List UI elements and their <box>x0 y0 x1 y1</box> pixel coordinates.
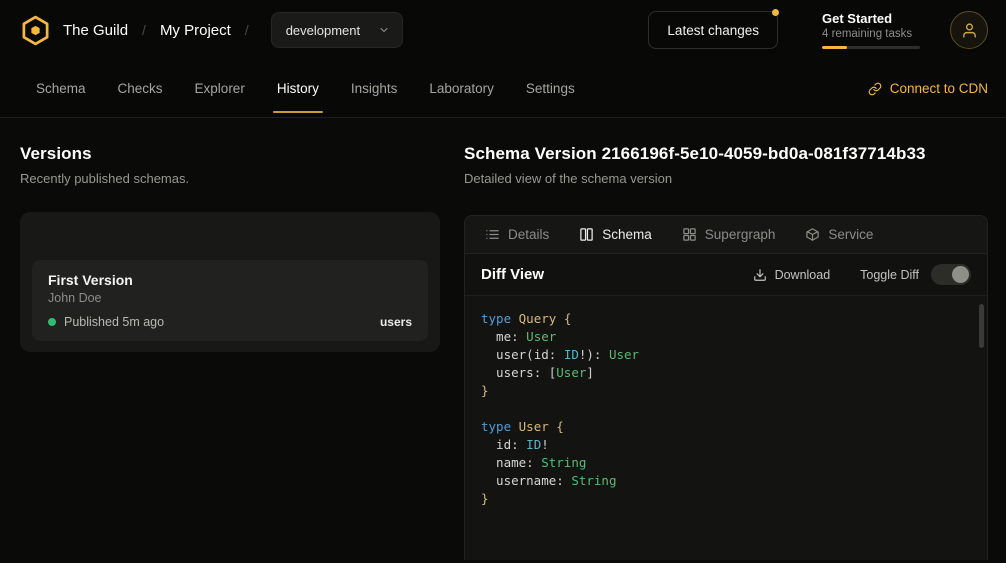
toggle-diff-label: Toggle Diff <box>860 268 919 282</box>
tab-schema[interactable]: Schema <box>567 220 664 249</box>
columns-icon <box>579 227 594 242</box>
version-list-item[interactable]: First Version John Doe Published 5m ago … <box>32 260 428 341</box>
versions-card: First Version John Doe Published 5m ago … <box>20 212 440 352</box>
tab-label: Service <box>828 227 873 242</box>
nav-tab-schema[interactable]: Schema <box>20 60 102 117</box>
versions-column: Versions Recently published schemas. Fir… <box>0 118 464 560</box>
diff-toolbar-actions: Download Toggle Diff <box>747 264 971 285</box>
get-started-progress-track <box>822 46 920 49</box>
download-icon <box>753 268 767 282</box>
nav-tab-laboratory[interactable]: Laboratory <box>413 60 510 117</box>
nav-tab-checks[interactable]: Checks <box>102 60 179 117</box>
get-started-title: Get Started <box>822 11 920 26</box>
chevron-down-icon <box>378 24 390 36</box>
breadcrumb-project[interactable]: My Project <box>160 22 231 39</box>
person-icon <box>961 22 978 39</box>
diff-view-title: Diff View <box>481 266 544 283</box>
nav-tab-label: Laboratory <box>429 81 494 96</box>
toggle-diff-switch[interactable] <box>931 264 971 285</box>
primary-nav-tabs: Schema Checks Explorer History Insights … <box>20 60 591 117</box>
version-detail-title: Schema Version 2166196f-5e10-4059-bd0a-0… <box>464 144 988 164</box>
latest-changes-button[interactable]: Latest changes <box>648 11 778 49</box>
version-author: John Doe <box>48 291 412 305</box>
breadcrumb-separator: / <box>140 22 148 38</box>
version-status: Published 5m ago <box>64 315 164 329</box>
nav-tab-history[interactable]: History <box>261 60 335 117</box>
cube-icon <box>805 227 820 242</box>
top-header: The Guild / My Project / development Lat… <box>0 0 1006 60</box>
code-block: type Query { me: User user(id: ID!): Use… <box>481 310 971 508</box>
schema-code-viewer[interactable]: type Query { me: User user(id: ID!): Use… <box>465 296 987 560</box>
get-started-widget[interactable]: Get Started 4 remaining tasks <box>822 11 920 49</box>
latest-changes-label: Latest changes <box>667 23 759 38</box>
hive-logo-icon <box>20 15 51 46</box>
breadcrumb-org[interactable]: The Guild <box>63 22 128 39</box>
hive-logo[interactable] <box>20 15 51 46</box>
published-status-dot <box>48 318 56 326</box>
connect-to-cdn-link[interactable]: Connect to CDN <box>868 60 988 117</box>
version-status-row: Published 5m ago users <box>48 315 412 329</box>
tab-details[interactable]: Details <box>473 220 561 249</box>
download-label: Download <box>775 268 831 282</box>
header-actions: Latest changes Get Started 4 remaining t… <box>648 11 988 49</box>
breadcrumb-separator: / <box>243 22 251 38</box>
nav-tab-explorer[interactable]: Explorer <box>179 60 261 117</box>
nav-tab-settings[interactable]: Settings <box>510 60 591 117</box>
version-name: First Version <box>48 272 412 288</box>
breadcrumb: The Guild / My Project / development <box>20 12 403 48</box>
get-started-subtitle: 4 remaining tasks <box>822 28 920 40</box>
tab-supergraph[interactable]: Supergraph <box>670 220 788 249</box>
nav-tab-insights[interactable]: Insights <box>335 60 414 117</box>
scrollbar-thumb[interactable] <box>979 304 984 348</box>
environment-select-value: development <box>286 23 360 38</box>
progress-fill <box>822 46 847 49</box>
nav-tab-label: History <box>277 81 319 96</box>
primary-nav: Schema Checks Explorer History Insights … <box>0 60 1006 118</box>
version-detail-panel: Details Schema Supergraph <box>464 215 988 560</box>
tab-service[interactable]: Service <box>793 220 885 249</box>
connect-to-cdn-label: Connect to CDN <box>890 81 988 96</box>
environment-select[interactable]: development <box>271 12 403 48</box>
version-detail-column: Schema Version 2166196f-5e10-4059-bd0a-0… <box>464 118 1006 560</box>
nav-tab-label: Checks <box>118 81 163 96</box>
main-content: Versions Recently published schemas. Fir… <box>0 118 1006 560</box>
versions-title: Versions <box>20 144 440 164</box>
toggle-diff-control: Toggle Diff <box>860 264 971 285</box>
version-detail-subtitle: Detailed view of the schema version <box>464 171 988 186</box>
list-icon <box>485 227 500 242</box>
nav-tab-label: Settings <box>526 81 575 96</box>
diff-toolbar: Diff View Download Toggle Diff <box>465 254 987 296</box>
nav-tab-label: Explorer <box>195 81 245 96</box>
notification-dot <box>772 9 779 16</box>
tab-label: Details <box>508 227 549 242</box>
version-service-badge: users <box>380 315 412 329</box>
nav-tab-label: Insights <box>351 81 398 96</box>
link-icon <box>868 82 882 96</box>
download-button[interactable]: Download <box>747 267 837 283</box>
tab-label: Schema <box>602 227 652 242</box>
detail-tabs: Details Schema Supergraph <box>465 216 987 254</box>
toggle-knob <box>952 266 969 283</box>
versions-subtitle: Recently published schemas. <box>20 171 440 186</box>
grid-icon <box>682 227 697 242</box>
tab-label: Supergraph <box>705 227 776 242</box>
user-avatar[interactable] <box>950 11 988 49</box>
nav-tab-label: Schema <box>36 81 86 96</box>
